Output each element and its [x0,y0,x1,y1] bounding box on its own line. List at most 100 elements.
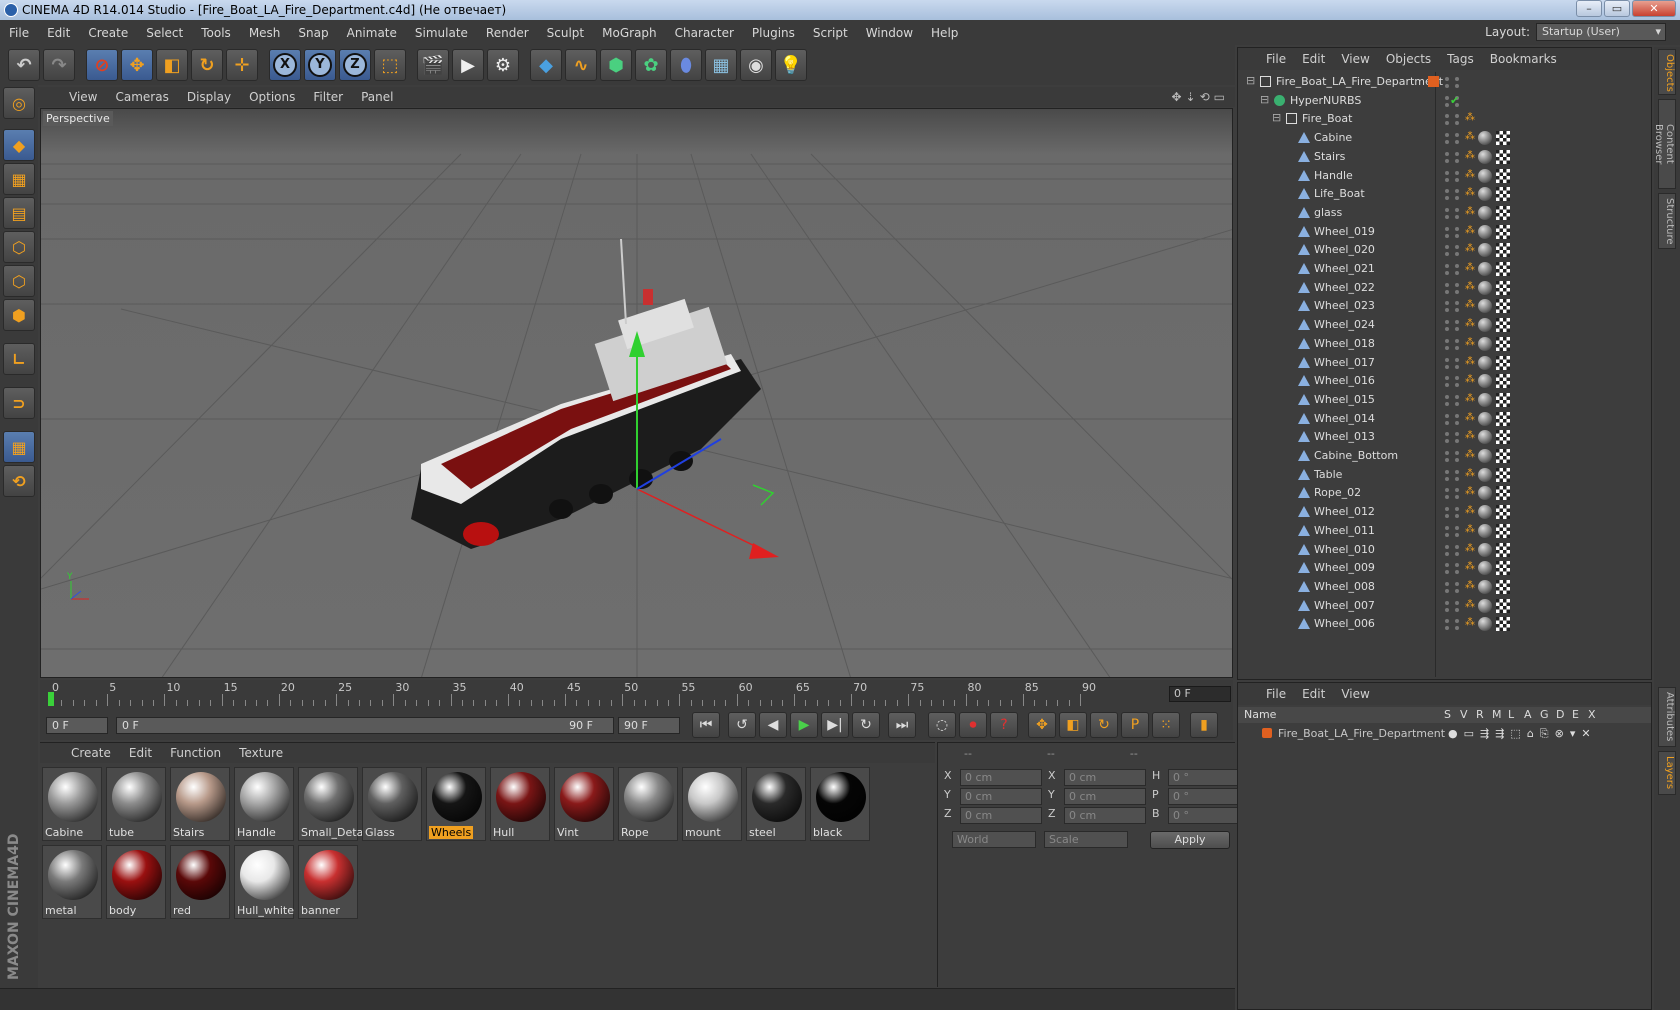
snap-button[interactable]: ⊃ [3,387,35,419]
visibility-dots[interactable] [1445,282,1449,287]
go-to-end-button[interactable]: ⏭ [888,712,916,738]
material-banner[interactable]: banner [298,845,358,919]
coord-field[interactable]: 0 cm [960,788,1042,805]
apply-button[interactable]: Apply [1150,831,1230,849]
viewport-perspective[interactable]: Y Perspective [40,108,1233,678]
visibility-dots[interactable] [1445,413,1449,418]
visibility-dots[interactable] [1445,320,1449,325]
object-row-wheel-024[interactable]: Wheel_024 ⁂ [1238,315,1650,335]
object-row-cabine[interactable]: Cabine ⁂ [1238,128,1650,148]
object-row-wheel-020[interactable]: Wheel_020 ⁂ [1238,240,1650,260]
undo-button[interactable]: ↶ [8,49,40,81]
menu-item-bookmarks[interactable]: Bookmarks [1482,52,1565,66]
menu-item-edit[interactable]: Edit [1294,687,1333,701]
render-dots[interactable] [1445,140,1449,145]
object-row-hypernurbs[interactable]: ⊟ HyperNURBS ✔ [1238,91,1650,111]
render-dots[interactable] [1445,420,1449,425]
object-row-wheel-017[interactable]: Wheel_017 ⁂ [1238,353,1650,373]
object-row-wheel-012[interactable]: Wheel_012 ⁂ [1238,502,1650,522]
visibility-dots[interactable] [1445,581,1449,586]
coord-field[interactable]: 0 cm [960,769,1042,786]
menu-item-edit[interactable]: Edit [1294,52,1333,66]
visibility-dots[interactable] [1445,77,1449,81]
menu-item-character[interactable]: Character [666,26,743,40]
subdivision-surface-button[interactable]: ⬢ [600,49,632,81]
material-tube[interactable]: tube [106,767,166,841]
x-axis-lock[interactable]: X [269,49,301,81]
material-vint[interactable]: Vint [554,767,614,841]
menu-item-help[interactable]: Help [922,26,967,40]
tab-layers[interactable]: Layers [1658,751,1676,795]
layer-column-l[interactable]: L [1508,708,1514,721]
visibility-dots[interactable] [1445,226,1449,231]
y-axis-lock[interactable]: Y [304,49,336,81]
material-small-deta[interactable]: Small_Deta [298,767,363,841]
layout-dropdown[interactable]: Startup (User) [1536,23,1666,41]
render-dots[interactable] [1445,345,1449,350]
object-row-stairs[interactable]: Stairs ⁂ [1238,147,1650,167]
layer-column-r[interactable]: R [1476,708,1484,721]
layer-column-m[interactable]: M [1492,708,1502,721]
object-row-wheel-008[interactable]: Wheel_008 ⁂ [1238,577,1650,597]
expand-toggle-icon[interactable]: ⊟ [1272,111,1281,124]
expand-toggle-icon[interactable]: ⊟ [1246,74,1255,87]
points-mode-button[interactable]: ⬡ [3,231,35,263]
expand-toggle-icon[interactable]: ⊟ [1260,93,1269,106]
menu-item-texture[interactable]: Texture [230,746,292,760]
object-row-wheel-011[interactable]: Wheel_011 ⁂ [1238,521,1650,541]
array-button[interactable]: ✿ [635,49,667,81]
tab-content-browser[interactable]: Content Browser [1653,99,1676,189]
make-editable-button[interactable]: ◎ [3,87,35,119]
object-row-wheel-009[interactable]: Wheel_009 ⁂ [1238,558,1650,578]
render-dots[interactable] [1445,364,1449,369]
material-black[interactable]: black [810,767,870,841]
layer-column-e[interactable]: E [1572,708,1579,721]
object-row-wheel-022[interactable]: Wheel_022 ⁂ [1238,278,1650,298]
coordinate-system-button[interactable]: ⬚ [374,49,406,81]
object-row-rope-02[interactable]: Rope_02 ⁂ [1238,483,1650,503]
autokey-button[interactable]: ⏺ [959,712,987,738]
render-settings-button[interactable]: ⚙ [487,49,519,81]
object-row-wheel-014[interactable]: Wheel_014 ⁂ [1238,409,1650,429]
object-row-wheel-015[interactable]: Wheel_015 ⁂ [1238,390,1650,410]
render-view-button[interactable]: 🎬 [417,49,449,81]
visibility-dots[interactable] [1445,245,1449,250]
menu-item-tags[interactable]: Tags [1439,52,1482,66]
render-dots[interactable] [1445,570,1449,575]
render-dots[interactable] [1445,532,1449,537]
key-position-button[interactable]: ✥ [1028,712,1056,738]
render-dots[interactable] [1445,233,1449,238]
material-metal[interactable]: metal [42,845,102,919]
recent-tool[interactable]: ✛ [226,49,258,81]
render-dots[interactable] [1445,607,1449,612]
workplane-mode-button[interactable]: ▤ [3,197,35,229]
object-row-wheel-021[interactable]: Wheel_021 ⁂ [1238,259,1650,279]
render-dots[interactable] [1445,626,1449,631]
material-red[interactable]: red [170,845,230,919]
object-row-handle[interactable]: Handle ⁂ [1238,166,1650,186]
menu-item-mesh[interactable]: Mesh [240,26,290,40]
menu-item-file[interactable]: File [1258,687,1294,701]
render-dots[interactable] [1445,458,1449,462]
visibility-dots[interactable] [1445,170,1449,175]
render-dots[interactable] [1445,196,1449,201]
menu-item-script[interactable]: Script [804,26,857,40]
visibility-dots[interactable] [1445,544,1449,549]
menu-item-window[interactable]: Window [857,26,922,40]
layer-column-a[interactable]: A [1524,708,1532,721]
go-to-start-button[interactable]: ⏮ [692,712,720,738]
menu-item-tools[interactable]: Tools [192,26,240,40]
visibility-dots[interactable] [1445,301,1449,306]
play-button[interactable]: ▶ [790,712,818,738]
end-frame-field[interactable]: 90 F [618,716,680,734]
render-dots[interactable] [1445,84,1449,88]
deformer-button[interactable]: ⬮ [670,49,702,81]
texture-mode-button[interactable]: ▦ [3,163,35,195]
menu-item-function[interactable]: Function [161,746,230,760]
minimize-button[interactable]: – [1576,0,1602,17]
visibility-dots[interactable] [1445,264,1449,268]
visibility-dots[interactable] [1445,469,1449,474]
timeline-ruler[interactable]: 0 5 10 15 20 25 30 35 40 45 50 55 60 65 70 75 80 85 90 0 F [40,680,1233,710]
model-mode-button[interactable]: ◆ [3,129,35,161]
menu-item-plugins[interactable]: Plugins [743,26,804,40]
